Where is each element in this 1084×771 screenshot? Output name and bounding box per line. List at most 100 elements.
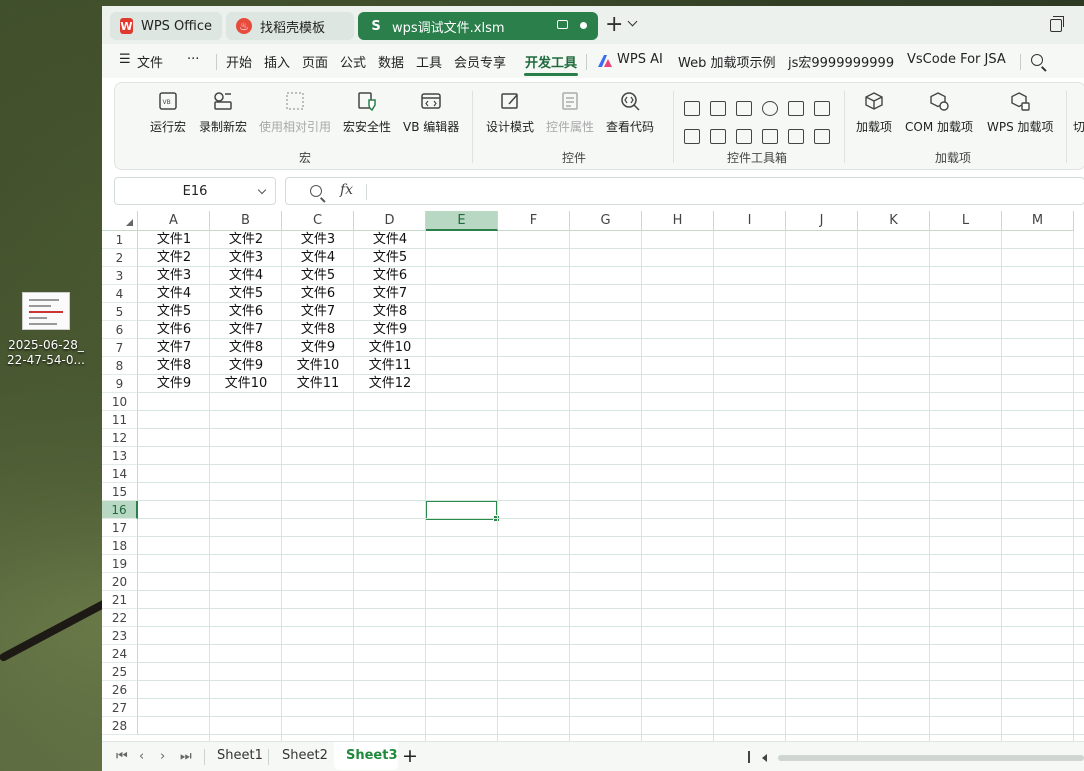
- cell-b8[interactable]: 文件9: [210, 357, 282, 375]
- relative-reference-button[interactable]: 使用相对引用: [259, 91, 331, 135]
- option-button-control-icon[interactable]: [762, 101, 778, 116]
- column-header-i[interactable]: I: [714, 211, 786, 231]
- tab-workbook[interactable]: S wps调试文件.xlsm: [358, 12, 598, 40]
- textbox-control-icon[interactable]: [762, 129, 778, 144]
- row-header-13[interactable]: 13: [102, 447, 138, 465]
- row-header-16[interactable]: 16: [102, 501, 138, 519]
- monitor-icon[interactable]: [557, 20, 568, 29]
- menu-data[interactable]: 数据: [378, 52, 404, 71]
- wps-addins-button[interactable]: WPS 加载项: [987, 91, 1054, 135]
- cell-a9[interactable]: 文件9: [138, 375, 210, 393]
- next-sheet-icon[interactable]: ›: [160, 749, 165, 764]
- menu-wps-ai[interactable]: WPS AI: [617, 52, 663, 67]
- cell-a3[interactable]: 文件3: [138, 267, 210, 285]
- row-header-6[interactable]: 6: [102, 321, 138, 339]
- row-header-4[interactable]: 4: [102, 285, 138, 303]
- menu-tools[interactable]: 工具: [416, 52, 442, 71]
- cell-c9[interactable]: 文件11: [282, 375, 354, 393]
- menu-formula[interactable]: 公式: [340, 52, 366, 71]
- row-header-3[interactable]: 3: [102, 267, 138, 285]
- desktop-file-icon[interactable]: 2025-06-28_ 22-47-54-0...: [4, 292, 88, 368]
- first-sheet-icon[interactable]: ⏮: [116, 749, 128, 764]
- cell-d1[interactable]: 文件4: [354, 231, 426, 249]
- command-button-control-icon[interactable]: [814, 129, 830, 144]
- cell-c4[interactable]: 文件6: [282, 285, 354, 303]
- toggle-control-icon[interactable]: [684, 129, 700, 144]
- sheet-tab-sheet2[interactable]: Sheet2: [282, 748, 328, 763]
- cell-b6[interactable]: 文件7: [210, 321, 282, 339]
- run-macro-button[interactable]: VB 运行宏: [150, 91, 186, 135]
- row-header-23[interactable]: 23: [102, 627, 138, 645]
- cell-a2[interactable]: 文件2: [138, 249, 210, 267]
- restore-window-icon[interactable]: [1050, 16, 1064, 32]
- cell-c5[interactable]: 文件7: [282, 303, 354, 321]
- tab-wps-office[interactable]: W WPS Office: [110, 12, 222, 40]
- image-control-icon[interactable]: [788, 129, 804, 144]
- cell-d6[interactable]: 文件9: [354, 321, 426, 339]
- menu-home[interactable]: 开始: [226, 52, 252, 71]
- row-header-1[interactable]: 1: [102, 231, 138, 249]
- view-code-button[interactable]: 查看代码: [606, 91, 654, 135]
- menu-insert[interactable]: 插入: [264, 52, 290, 71]
- add-sheet-button[interactable]: +: [402, 745, 418, 767]
- column-header-h[interactable]: H: [642, 211, 714, 231]
- save-control-icon[interactable]: [736, 101, 752, 116]
- row-header-18[interactable]: 18: [102, 537, 138, 555]
- hamburger-icon[interactable]: ☰: [119, 52, 131, 67]
- cell-b5[interactable]: 文件6: [210, 303, 282, 321]
- cell-b2[interactable]: 文件3: [210, 249, 282, 267]
- menu-file[interactable]: 文件: [137, 52, 163, 71]
- sheet-tab-sheet3[interactable]: Sheet3: [346, 748, 398, 763]
- row-header-15[interactable]: 15: [102, 483, 138, 501]
- row-header-8[interactable]: 8: [102, 357, 138, 375]
- active-cell-cursor[interactable]: [425, 500, 500, 522]
- checkbox-control-icon[interactable]: [684, 101, 700, 116]
- new-tab-button[interactable]: +: [605, 13, 623, 37]
- row-header-27[interactable]: 27: [102, 699, 138, 717]
- scroll-split-handle[interactable]: [748, 751, 750, 763]
- row-header-17[interactable]: 17: [102, 519, 138, 537]
- chevron-down-icon[interactable]: [257, 185, 267, 195]
- macro-security-button[interactable]: 宏安全性: [343, 91, 391, 135]
- column-header-a[interactable]: A: [138, 211, 210, 231]
- cell-d7[interactable]: 文件10: [354, 339, 426, 357]
- column-header-d[interactable]: D: [354, 211, 426, 231]
- row-header-25[interactable]: 25: [102, 663, 138, 681]
- cell-b3[interactable]: 文件4: [210, 267, 282, 285]
- cell-d8[interactable]: 文件11: [354, 357, 426, 375]
- prev-sheet-icon[interactable]: ‹: [139, 749, 144, 764]
- sheet-tab-sheet1[interactable]: Sheet1: [217, 748, 263, 763]
- vb-editor-button[interactable]: VB 编辑器: [403, 91, 459, 135]
- row-header-2[interactable]: 2: [102, 249, 138, 267]
- spreadsheet-grid[interactable]: ABCDEFGHIJKLM 1 2 3 4 5 6 7 8 9 10 11 12 13 14 15 16 17 1…: [102, 211, 1084, 741]
- cell-a5[interactable]: 文件5: [138, 303, 210, 321]
- row-header-24[interactable]: 24: [102, 645, 138, 663]
- cell-d3[interactable]: 文件6: [354, 267, 426, 285]
- cell-a6[interactable]: 文件6: [138, 321, 210, 339]
- menu-developer[interactable]: 开发工具: [525, 52, 577, 71]
- row-header-12[interactable]: 12: [102, 429, 138, 447]
- row-header-5[interactable]: 5: [102, 303, 138, 321]
- row-header-28[interactable]: 28: [102, 717, 138, 735]
- switch-button[interactable]: 切: [1073, 118, 1084, 135]
- last-sheet-icon[interactable]: ⏭: [180, 749, 192, 764]
- design-mode-button[interactable]: 设计模式: [486, 91, 534, 135]
- horizontal-scrollbar[interactable]: [778, 755, 1084, 761]
- cell-b1[interactable]: 文件2: [210, 231, 282, 249]
- menu-js-macro[interactable]: js宏9999999999: [788, 52, 894, 71]
- menu-vscode[interactable]: VsCode For JSA: [907, 52, 1006, 67]
- column-header-m[interactable]: M: [1002, 211, 1074, 231]
- row-header-22[interactable]: 22: [102, 609, 138, 627]
- control-properties-button[interactable]: 控件属性: [546, 91, 594, 135]
- listbox-control-icon[interactable]: [710, 129, 726, 144]
- column-header-g[interactable]: G: [570, 211, 642, 231]
- cell-a8[interactable]: 文件8: [138, 357, 210, 375]
- cell-c7[interactable]: 文件9: [282, 339, 354, 357]
- row-header-9[interactable]: 9: [102, 375, 138, 393]
- cell-a1[interactable]: 文件1: [138, 231, 210, 249]
- row-header-7[interactable]: 7: [102, 339, 138, 357]
- cell-d9[interactable]: 文件12: [354, 375, 426, 393]
- menu-page[interactable]: 页面: [302, 52, 328, 71]
- row-header-21[interactable]: 21: [102, 591, 138, 609]
- column-header-k[interactable]: K: [858, 211, 930, 231]
